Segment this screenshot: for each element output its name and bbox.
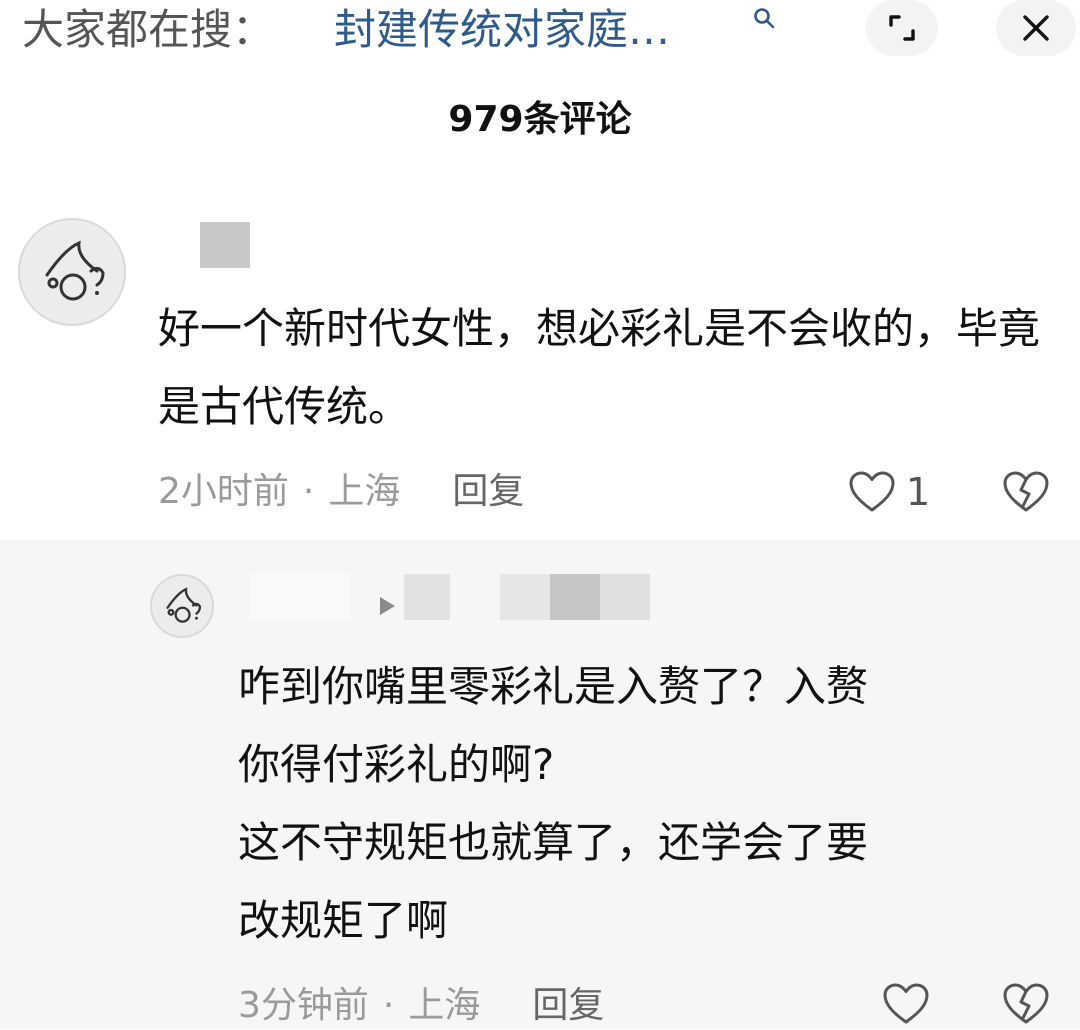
comment-text: 好一个新时代女性，想必彩礼是不会收的，毕竟是古代传统。 bbox=[158, 304, 1041, 431]
reply-text-line: 改规矩了啊 bbox=[238, 896, 449, 945]
reply-button[interactable]: 回复 bbox=[452, 471, 524, 512]
broken-heart-icon[interactable] bbox=[1002, 470, 1050, 514]
heart-icon[interactable] bbox=[882, 982, 930, 1026]
reply-text-line: 咋到你嘴里零彩礼是入赘了？入赘 bbox=[238, 662, 869, 711]
reply-text: 咋到你嘴里零彩礼是入赘了？入赘 你得付彩礼的啊? 这不守规矩也就算了，还学会了要… bbox=[238, 648, 1038, 960]
username-redacted bbox=[500, 574, 550, 620]
username-redacted bbox=[250, 574, 350, 620]
surprised-face-icon bbox=[166, 587, 202, 623]
reply-meta: 3分钟前 · 上海 回复 bbox=[238, 982, 604, 1030]
reply-time: 3分钟前 bbox=[238, 985, 369, 1026]
reply-text-line: 你得付彩礼的啊? bbox=[238, 740, 555, 789]
close-button[interactable] bbox=[996, 0, 1076, 56]
comment-meta: 2小时前 · 上海 回复 bbox=[158, 468, 524, 516]
heart-icon[interactable] bbox=[848, 470, 896, 514]
like-count: 1 bbox=[906, 470, 931, 514]
expand-icon bbox=[889, 15, 915, 41]
broken-heart-icon[interactable] bbox=[1002, 982, 1050, 1026]
avatar[interactable] bbox=[18, 218, 126, 326]
username-redacted bbox=[404, 574, 450, 620]
search-prefix: 大家都在搜： bbox=[22, 5, 275, 54]
comment-count-title: 979条评论 bbox=[448, 99, 632, 140]
username-redacted bbox=[550, 574, 600, 620]
username-redacted bbox=[200, 222, 250, 268]
comment-time: 2小时前 bbox=[158, 471, 289, 512]
close-icon bbox=[1023, 15, 1049, 41]
username-redacted bbox=[600, 574, 650, 620]
meta-separator: · bbox=[382, 985, 395, 1026]
search-suggestion-link[interactable]: 封建传统对家庭… bbox=[334, 4, 670, 56]
search-icon[interactable] bbox=[752, 6, 776, 30]
comment-location: 上海 bbox=[328, 471, 401, 512]
surprised-face-icon bbox=[45, 240, 105, 301]
top-bar: 大家都在搜： 封建传统对家庭… bbox=[0, 0, 1080, 60]
avatar[interactable] bbox=[150, 574, 214, 638]
reply-text-line: 这不守规矩也就算了，还学会了要 bbox=[238, 818, 869, 867]
reply-button[interactable]: 回复 bbox=[532, 985, 604, 1026]
reply-arrow-icon bbox=[380, 597, 395, 615]
meta-separator: · bbox=[302, 471, 315, 512]
reply-location: 上海 bbox=[408, 985, 481, 1026]
expand-button[interactable] bbox=[866, 0, 938, 56]
